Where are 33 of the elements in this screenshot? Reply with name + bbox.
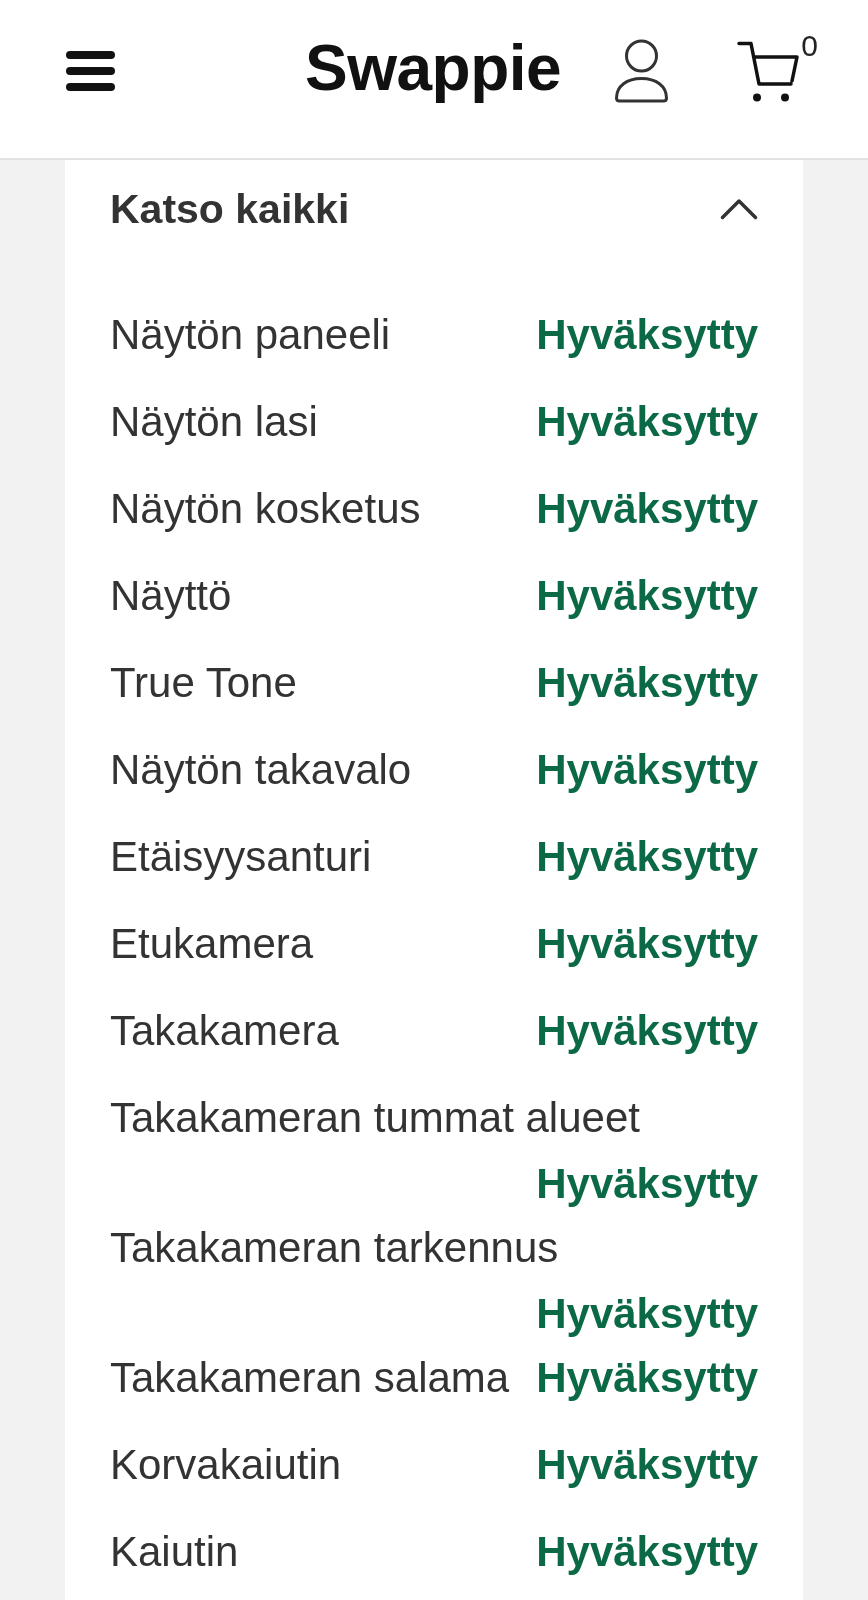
check-label: Takakameran tummat alueet (110, 1093, 640, 1143)
check-label: Näytön kosketus (110, 484, 421, 534)
check-result: Hyväksytty (536, 833, 758, 881)
check-result: Hyväksytty (536, 1354, 758, 1402)
check-result: Hyväksytty (536, 1160, 758, 1208)
check-result: Hyväksytty (536, 1290, 758, 1338)
check-result: Hyväksytty (536, 398, 758, 446)
check-result: Hyväksytty (536, 920, 758, 968)
check-result: Hyväksytty (536, 485, 758, 533)
check-label: Takakameran tarkennus (110, 1223, 559, 1273)
view-all-toggle[interactable]: Katso kaikki (110, 184, 758, 234)
check-result: Hyväksytty (536, 1528, 758, 1576)
check-label: Korvakaiutin (110, 1440, 342, 1490)
check-result: Hyväksytty (536, 659, 758, 707)
cart-icon[interactable] (737, 40, 800, 102)
check-label: Etäisyysanturi (110, 832, 372, 882)
check-label: Näyttö (110, 571, 232, 621)
check-label: Näytön lasi (110, 397, 318, 447)
check-result: Hyväksytty (536, 311, 758, 359)
check-label: Etukamera (110, 919, 314, 969)
check-result: Hyväksytty (536, 572, 758, 620)
check-result: Hyväksytty (536, 1441, 758, 1489)
check-label: Takakameran salama (110, 1353, 510, 1403)
check-label: Näytön takavalo (110, 745, 412, 795)
check-label: True Tone (110, 658, 297, 708)
check-label: Kaiutin (110, 1527, 239, 1577)
user-icon[interactable] (613, 39, 671, 103)
menu-icon[interactable] (66, 51, 115, 91)
check-result: Hyväksytty (536, 1007, 758, 1055)
cart-count: 0 (801, 30, 818, 61)
check-label: Takakamera (110, 1006, 339, 1056)
check-result: Hyväksytty (536, 746, 758, 794)
check-label: Näytön paneeli (110, 310, 391, 360)
